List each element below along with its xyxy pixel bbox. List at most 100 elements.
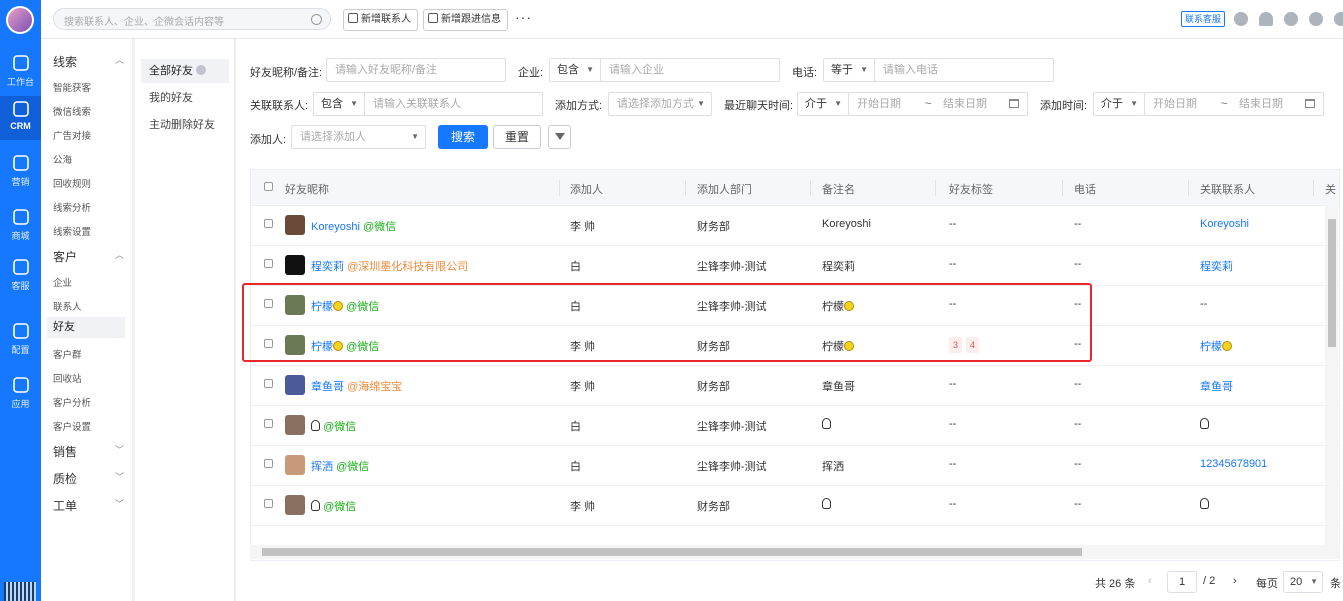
add-time-operator-select[interactable]: 介于 ▼ (1093, 92, 1145, 116)
header-remark: 备注名 (822, 184, 855, 196)
sidebar-item-customer-groups[interactable]: 客户群 (53, 347, 82, 361)
friend-nickname[interactable]: 章鱼哥 @海绵宝宝 (311, 378, 402, 394)
rel-operator-select[interactable]: 包含 ▼ (313, 92, 365, 116)
nick-filter-input[interactable]: 请输入好友昵称/备注 (326, 58, 506, 82)
table-row[interactable]: @微信 白 尘锋李帅-测试 -- -- (251, 406, 1339, 446)
table-row[interactable]: 章鱼哥 @海绵宝宝 李 帅 财务部 章鱼哥 -- -- 章鱼哥 (251, 366, 1339, 406)
sidebar-item-recycle-bin[interactable]: 回收站 (53, 371, 82, 385)
phone-filter-input[interactable]: 请输入电话 (874, 58, 1054, 82)
rail-item-6[interactable]: 应用 (0, 372, 41, 416)
sidebar-item-enterprise[interactable]: 企业 (53, 275, 72, 289)
page-number-input[interactable]: 1 (1167, 571, 1197, 593)
sidebar-item-contacts[interactable]: 联系人 (53, 299, 82, 313)
bell-icon[interactable] (1259, 12, 1273, 26)
per-page-select[interactable]: 20 ▼ (1283, 571, 1323, 593)
subnav-my-friends[interactable]: 我的好友 (141, 86, 229, 110)
corp-operator-select[interactable]: 包含 ▼ (549, 58, 601, 82)
sidebar-group-quality[interactable]: 质检 ﹀ (53, 470, 124, 487)
global-search-input[interactable]: 搜索联系人、企业、企微会话内容等 (53, 8, 331, 30)
subnav-all-friends[interactable]: 全部好友 (141, 59, 229, 83)
corp-filter-input[interactable]: 请输入企业 (600, 58, 780, 82)
sidebar-item-customer-analysis[interactable]: 客户分析 (53, 395, 91, 409)
wechat-icon[interactable] (1284, 12, 1298, 26)
horizontal-scrollbar[interactable] (250, 545, 1340, 559)
friend-nickname[interactable]: 挥洒 @微信 (311, 458, 369, 474)
more-menu-button[interactable]: ··· (515, 9, 532, 25)
contact-support-button[interactable]: 联系客服 (1181, 11, 1226, 27)
sidebar-group-ticket[interactable]: 工单 ﹀ (53, 497, 124, 514)
rel-contact-cell[interactable]: 12345678901 (1200, 458, 1267, 470)
info-icon[interactable] (1309, 12, 1323, 26)
nickname-text[interactable]: Koreyoshi (311, 221, 360, 233)
table-row[interactable]: 挥洒 @微信 白 尘锋李帅-测试 挥洒 -- -- 12345678901 (251, 446, 1339, 486)
search-icon[interactable] (311, 14, 322, 25)
search-button[interactable]: 搜索 (438, 125, 488, 149)
add-followup-button[interactable]: 新增跟进信息 (423, 9, 508, 31)
nickname-text[interactable]: 挥洒 (311, 461, 333, 473)
rel-contact-cell[interactable]: 程奕莉 (1200, 258, 1233, 274)
table-row[interactable]: @微信 李 帅 财务部 -- -- (251, 486, 1339, 526)
rel-contact-cell[interactable]: 柠檬 (1200, 338, 1232, 354)
dept-cell: 尘锋李帅-测试 (697, 421, 767, 433)
rail-item-3[interactable]: 商城 (0, 204, 41, 248)
row-checkbox[interactable] (264, 259, 273, 268)
sidebar-item-recycle-rules[interactable]: 回收规则 (53, 176, 91, 190)
help-icon[interactable] (1334, 12, 1343, 26)
sidebar-group-customer[interactable]: 客户 ︿ (53, 248, 124, 265)
sidebar-item-pool[interactable]: 公海 (53, 152, 72, 166)
row-checkbox[interactable] (264, 459, 273, 468)
sidebar-group-sales[interactable]: 销售 ﹀ (53, 443, 124, 460)
friend-nickname[interactable]: 程奕莉 @深圳墨化科技有限公司 (311, 258, 468, 274)
chat-date-range[interactable]: 开始日期 ~ 结束日期 (848, 92, 1028, 116)
adder-filter-select[interactable]: 请选择添加人 ▼ (291, 125, 426, 149)
header-adder: 添加人 (570, 184, 603, 196)
sidebar-item-leads-analysis[interactable]: 线索分析 (53, 200, 91, 214)
rel-contact-cell[interactable]: Koreyoshi (1200, 218, 1249, 230)
friend-nickname[interactable]: @微信 (311, 498, 356, 514)
select-all-checkbox[interactable] (264, 182, 273, 191)
compass-icon[interactable] (1234, 12, 1248, 26)
next-page-button[interactable]: › (1233, 575, 1237, 587)
rail-item-4[interactable]: 客服 (0, 254, 41, 298)
sidebar-item-wechat-leads[interactable]: 微信线索 (53, 104, 91, 118)
row-checkbox[interactable] (264, 219, 273, 228)
table-row[interactable]: 程奕莉 @深圳墨化科技有限公司 白 尘锋李帅-测试 程奕莉 -- -- 程奕莉 (251, 246, 1339, 286)
qr-code-icon[interactable] (4, 582, 36, 601)
rail-item-0[interactable]: 工作台 (0, 50, 41, 94)
prev-page-button[interactable]: ‹ (1148, 575, 1152, 587)
row-checkbox[interactable] (264, 379, 273, 388)
friend-nickname[interactable]: @微信 (311, 418, 356, 434)
sidebar-item-smart-acquire[interactable]: 智能获客 (53, 80, 91, 94)
chat-time-operator-select[interactable]: 介于 ▼ (797, 92, 849, 116)
table-row[interactable]: Koreyoshi @微信 李 帅 财务部 Koreyoshi -- -- Koreyosh… (251, 206, 1339, 246)
sidebar-item-customer-settings[interactable]: 客户设置 (53, 419, 91, 433)
rail-item-2[interactable]: 营销 (0, 150, 41, 194)
scroll-thumb[interactable] (1328, 219, 1336, 347)
nickname-text[interactable]: 章鱼哥 (311, 381, 344, 393)
reset-button[interactable]: 重置 (493, 125, 541, 149)
gear-icon (12, 322, 30, 340)
rel-contact-text: -- (1200, 298, 1208, 310)
user-avatar[interactable] (6, 6, 34, 34)
filter-settings-button[interactable] (548, 125, 571, 149)
subnav-deleted-friends[interactable]: 主动删除好友 (141, 113, 229, 137)
sidebar-item-friends[interactable]: 好友 (47, 317, 125, 338)
phone-operator-select[interactable]: 等于 ▼ (823, 58, 875, 82)
vertical-scrollbar[interactable] (1325, 205, 1338, 545)
row-checkbox[interactable] (264, 419, 273, 428)
rel-contact-cell[interactable]: 章鱼哥 (1200, 378, 1233, 394)
rel-contact-filter-input[interactable]: 请输入关联联系人 (364, 92, 543, 116)
sidebar-group-leads[interactable]: 线索 ︿ (53, 53, 124, 70)
add-time-date-range[interactable]: 开始日期 ~ 结束日期 (1144, 92, 1324, 116)
sidebar-item-leads-settings[interactable]: 线索设置 (53, 224, 91, 238)
add-contact-button[interactable]: 新增联系人 (343, 9, 418, 31)
friends-subnav: 全部好友 我的好友 主动删除好友 (135, 39, 235, 601)
nickname-text[interactable]: 程奕莉 (311, 261, 344, 273)
row-checkbox[interactable] (264, 499, 273, 508)
sidebar-item-ads[interactable]: 广告对接 (53, 128, 91, 142)
scroll-thumb[interactable] (262, 548, 1082, 556)
rail-item-5[interactable]: 配置 (0, 318, 41, 362)
rail-item-1[interactable]: CRM (0, 96, 41, 140)
friend-nickname[interactable]: Koreyoshi @微信 (311, 218, 396, 234)
method-filter-select[interactable]: 请选择添加方式 ▼ (608, 92, 712, 116)
